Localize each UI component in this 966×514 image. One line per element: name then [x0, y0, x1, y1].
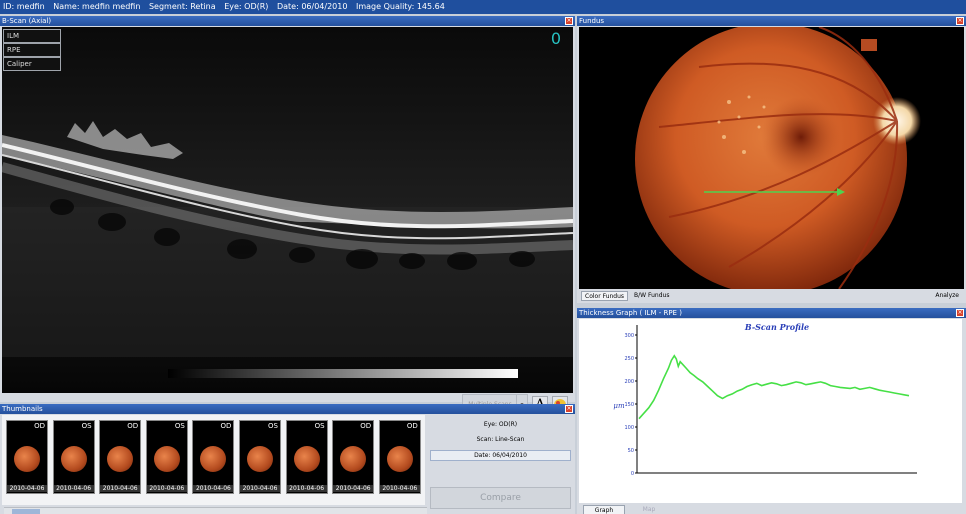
- close-icon[interactable]: ×: [956, 309, 964, 317]
- caliper-toggle[interactable]: Caliper: [3, 57, 61, 71]
- info-eye: Eye: OD(R): [483, 421, 518, 428]
- y-tick-label: 0: [631, 471, 634, 477]
- fundus-photo-graphic: [635, 27, 921, 289]
- thumbnail-eye: OS: [314, 422, 325, 430]
- eye: Eye: OD(R): [224, 2, 269, 11]
- thumbnail-eye: OS: [268, 422, 278, 430]
- bscan-image[interactable]: ILM RPE Caliper 0: [2, 27, 573, 393]
- thumbnail-date: 2010-04-06: [53, 485, 94, 492]
- fundus-image[interactable]: [579, 27, 964, 289]
- y-tick-label: 250: [624, 356, 634, 362]
- info-scan-type: Scan: Line-Scan: [476, 436, 525, 443]
- thumbnail-eye: OS: [81, 422, 92, 430]
- thumbnail-date: 2010-04-06: [146, 485, 187, 492]
- rpe-toggle[interactable]: RPE: [3, 43, 61, 57]
- thumbnail-strip: OD 2010-04-06 OS 2010-04-06 OD 2010-04-06 OS 20…: [2, 415, 427, 514]
- thumbnail-date: 2010-04-06: [100, 485, 141, 492]
- fundus-thumbnail-icon: [107, 446, 134, 472]
- y-tick-label: 200: [624, 379, 634, 385]
- close-icon[interactable]: ×: [565, 17, 573, 25]
- fundus-title: Fundus: [577, 16, 966, 26]
- fundus-thumbnail-icon: [386, 446, 413, 472]
- scan-info: Eye: OD(R) Scan: Line-Scan Date: 06/04/2…: [428, 415, 573, 514]
- thumbnails-panel: Thumbnails × OD 2010-04-06 OS 2010-04-06 OD 2…: [0, 404, 575, 514]
- fundus-thumbnail-icon: [247, 446, 273, 472]
- compare-button[interactable]: Compare: [430, 487, 571, 509]
- patient-id: ID: medfin: [3, 2, 45, 11]
- thumbnail-eye: OD: [127, 422, 139, 430]
- y-tick-label: 50: [628, 448, 634, 454]
- thumbnail-scrollbar[interactable]: [4, 507, 427, 514]
- thumbnail-item[interactable]: OS 2010-04-06: [285, 420, 328, 494]
- thumbnail-date: 2010-04-06: [7, 485, 47, 492]
- thumbnail-date: 2010-04-06: [193, 485, 234, 492]
- thumbnail-eye: OD: [360, 422, 372, 430]
- thumbnail-date: 2010-04-06: [240, 485, 280, 492]
- thumbnail-item[interactable]: OD 2010-04-06: [378, 420, 421, 494]
- chart-y-label: μm: [613, 402, 625, 410]
- frame-counter: 0: [550, 29, 561, 48]
- image-quality: Image Quality: 145.64: [355, 2, 445, 11]
- fundus-thumbnail-icon: [153, 446, 180, 472]
- info-date: Date: 06/04/2010: [430, 450, 571, 461]
- thumbnail-item[interactable]: OD 2010-04-06: [332, 420, 375, 494]
- fundus-thumbnail-icon: [60, 446, 87, 472]
- tab-bw-fundus[interactable]: B/W Fundus: [631, 291, 672, 301]
- thumbnail-item[interactable]: OS 2010-04-06: [52, 420, 95, 494]
- patient-name: Name: medfin medfin: [53, 2, 141, 11]
- thumbnails-title: Thumbnails: [0, 404, 575, 414]
- tab-map[interactable]: Map: [629, 505, 669, 514]
- oct-scan-graphic: [2, 27, 573, 393]
- thickness-tabs: Graph Map: [579, 504, 962, 514]
- grayscale-ramp: [168, 369, 518, 378]
- y-tick-label: 150: [624, 402, 634, 408]
- bscan-panel: B-Scan (Axial) × ILM RPE Caliper 0: [0, 16, 575, 416]
- y-tick-label: 300: [624, 333, 634, 339]
- thumbnail-eye: OD: [220, 422, 232, 430]
- analyze-button[interactable]: Analyze: [932, 291, 962, 301]
- close-icon[interactable]: ×: [956, 17, 964, 25]
- fundus-tabs: Color Fundus B/W Fundus Analyze: [579, 290, 964, 302]
- tab-graph[interactable]: Graph: [583, 505, 625, 514]
- thickness-title: Thickness Graph ( ILM - RPE ): [577, 308, 966, 318]
- fundus-thumbnail-icon: [14, 446, 40, 472]
- patient-info-bar: ID: medfin Name: medfin medfin Segment: …: [0, 0, 966, 14]
- tab-color-fundus[interactable]: Color Fundus: [581, 291, 629, 301]
- thumbnail-eye: OD: [406, 422, 418, 430]
- thumbnail-eye: OS: [174, 422, 185, 430]
- chart-title: B-Scan Profile: [744, 322, 809, 332]
- thumbnail-date: 2010-04-06: [286, 485, 327, 492]
- fundus-thumbnail-icon: [340, 446, 367, 472]
- chart-series-line: [638, 354, 910, 420]
- exam-date: Date: 06/04/2010: [276, 2, 348, 11]
- thumbnail-item[interactable]: OD 2010-04-06: [99, 420, 142, 494]
- thickness-panel: Thickness Graph ( ILM - RPE ) × B-Scan P…: [577, 308, 966, 514]
- thumbnail-date: 2010-04-06: [333, 485, 374, 492]
- fundus-thumbnail-icon: [200, 446, 227, 472]
- thumbnail-item[interactable]: OD 2010-04-06: [192, 420, 235, 494]
- thumbnail-date: 2010-04-06: [379, 485, 420, 492]
- y-tick-label: 100: [624, 425, 634, 431]
- thumbnail-item[interactable]: OD 2010-04-06: [6, 420, 48, 494]
- thumbnail-eye: OD: [34, 422, 45, 430]
- thickness-chart: B-Scan Profile μm 0 50 100 150 200 250 300: [579, 319, 962, 503]
- fundus-thumbnail-icon: [293, 446, 320, 472]
- thumbnail-item[interactable]: OS 2010-04-06: [145, 420, 188, 494]
- bscan-title: B-Scan (Axial): [0, 16, 575, 26]
- thumbnail-item[interactable]: OS 2010-04-06: [239, 420, 281, 494]
- thickness-chart-svg: B-Scan Profile μm 0 50 100 150 200 250 300: [613, 322, 917, 477]
- ilm-toggle[interactable]: ILM: [3, 29, 61, 43]
- segment: Segment: Retina: [148, 2, 216, 11]
- close-icon[interactable]: ×: [565, 405, 573, 413]
- fundus-panel: Fundus × Color Fundus B/W Fundus Analyze: [577, 16, 966, 303]
